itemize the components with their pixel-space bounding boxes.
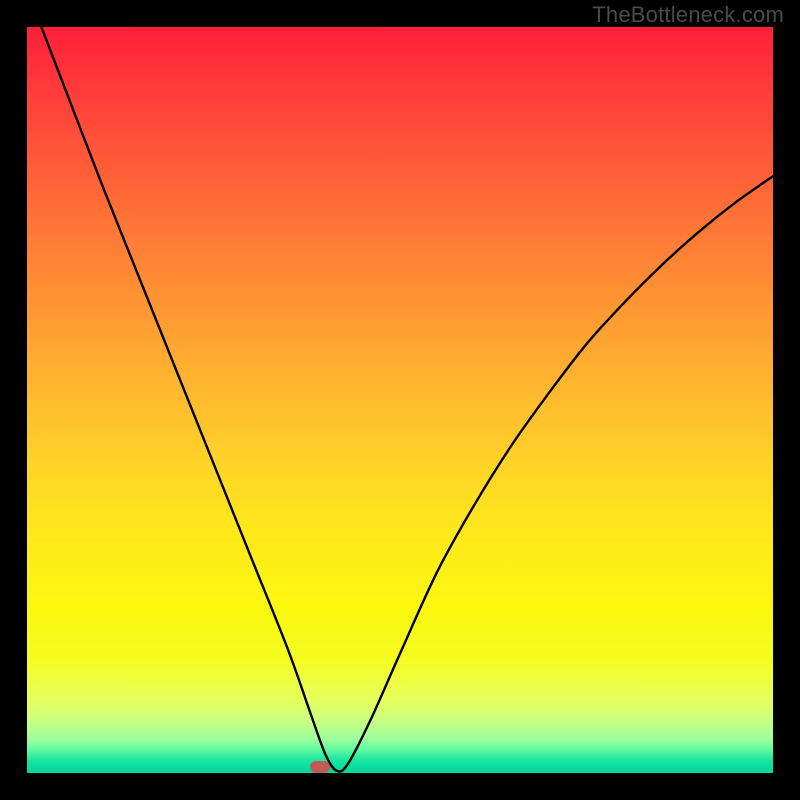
watermark-text: TheBottleneck.com <box>592 2 784 28</box>
frame-left <box>0 0 27 800</box>
optimum-marker <box>310 761 330 773</box>
bottleneck-curve <box>27 27 773 773</box>
frame-bottom <box>0 773 800 800</box>
frame-right <box>773 0 800 800</box>
